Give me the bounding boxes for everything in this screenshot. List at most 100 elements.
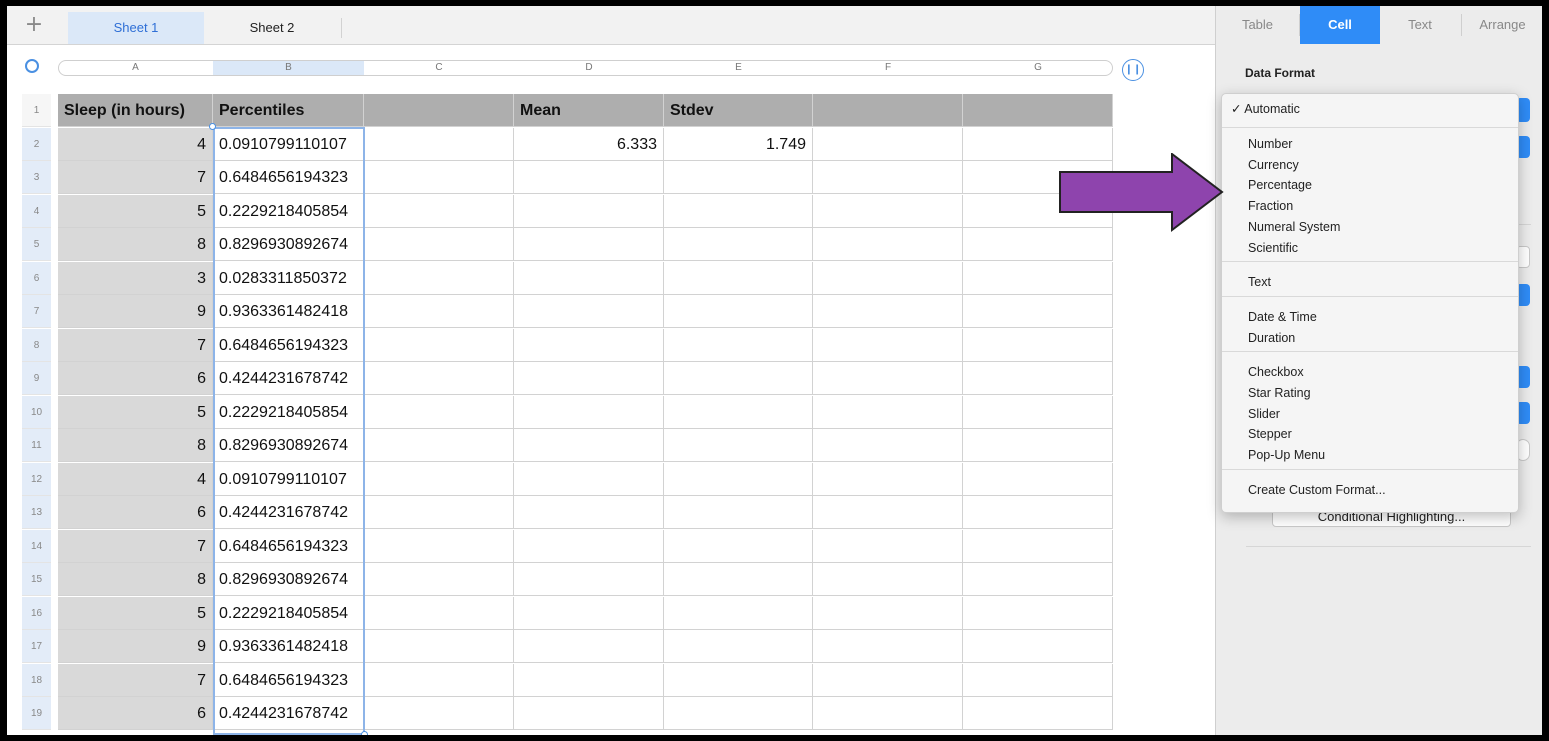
header-cell[interactable] — [364, 94, 514, 127]
table-cell[interactable] — [813, 496, 963, 529]
table-cell[interactable] — [514, 161, 664, 194]
table-cell[interactable] — [364, 362, 514, 395]
select-all-icon[interactable] — [25, 59, 39, 73]
table-cell[interactable] — [664, 597, 813, 630]
table-cell[interactable] — [963, 496, 1113, 529]
tab-sheet-1[interactable]: Sheet 1 — [68, 12, 204, 44]
tab-sheet-2[interactable]: Sheet 2 — [204, 12, 340, 44]
table-cell[interactable] — [963, 697, 1113, 730]
table-cell[interactable] — [664, 429, 813, 462]
sleep-hours-cell[interactable]: 6 — [58, 362, 213, 395]
percentile-cell[interactable]: 0.8296930892674 — [213, 228, 364, 261]
menu-item-percentage[interactable]: Percentage — [1248, 175, 1312, 195]
table-cell[interactable] — [514, 262, 664, 295]
table-cell[interactable] — [514, 697, 664, 730]
menu-item-create-custom-format[interactable]: Create Custom Format... — [1248, 480, 1386, 500]
row-number[interactable]: 19 — [22, 697, 51, 730]
sleep-hours-cell[interactable]: 5 — [58, 396, 213, 429]
table-cell[interactable] — [364, 697, 514, 730]
inspector-tab-text[interactable]: Text — [1380, 6, 1460, 44]
table-cell[interactable] — [664, 664, 813, 697]
table-cell[interactable] — [813, 396, 963, 429]
menu-item-fraction[interactable]: Fraction — [1248, 196, 1293, 216]
sleep-hours-cell[interactable]: 4 — [58, 463, 213, 496]
row-number[interactable]: 4 — [22, 195, 51, 228]
row-number[interactable]: 18 — [22, 664, 51, 697]
percentile-cell[interactable]: 0.9363361482418 — [213, 630, 364, 663]
menu-item-slider[interactable]: Slider — [1248, 404, 1280, 424]
percentile-cell[interactable]: 0.4244231678742 — [213, 697, 364, 730]
row-number[interactable]: 12 — [22, 463, 51, 496]
table-cell[interactable] — [963, 295, 1113, 328]
table-cell[interactable] — [664, 530, 813, 563]
table-cell[interactable] — [364, 195, 514, 228]
menu-item-automatic[interactable]: ✓ Automatic — [1231, 99, 1300, 119]
row-number[interactable]: 1 — [22, 94, 51, 127]
row-number[interactable]: 3 — [22, 161, 51, 194]
percentile-cell[interactable]: 0.4244231678742 — [213, 362, 364, 395]
table-cell[interactable] — [664, 295, 813, 328]
percentile-cell[interactable]: 0.6484656194323 — [213, 329, 364, 362]
row-number[interactable]: 13 — [22, 496, 51, 529]
row-number[interactable]: 9 — [22, 362, 51, 395]
column-header-a[interactable]: A — [58, 61, 213, 75]
header-cell[interactable]: Percentiles — [213, 94, 364, 127]
table-cell[interactable] — [813, 664, 963, 697]
table-cell[interactable] — [514, 463, 664, 496]
table-cell[interactable] — [963, 429, 1113, 462]
row-number[interactable]: 17 — [22, 630, 51, 663]
sleep-hours-cell[interactable]: 7 — [58, 664, 213, 697]
column-header-g[interactable]: G — [963, 61, 1113, 75]
table-cell[interactable] — [813, 128, 963, 161]
table-cell[interactable] — [963, 597, 1113, 630]
row-number[interactable]: 5 — [22, 228, 51, 261]
header-cell[interactable]: Stdev — [664, 94, 813, 127]
stdev-value-cell[interactable]: 1.749 — [664, 128, 813, 161]
menu-item-duration[interactable]: Duration — [1248, 328, 1295, 348]
table-cell[interactable] — [963, 463, 1113, 496]
menu-item-currency[interactable]: Currency — [1248, 155, 1299, 175]
table-cell[interactable] — [813, 697, 963, 730]
table-cell[interactable] — [664, 463, 813, 496]
table-cell[interactable] — [664, 195, 813, 228]
inspector-tab-cell[interactable]: Cell — [1300, 6, 1380, 44]
table-cell[interactable] — [664, 563, 813, 596]
table-cell[interactable] — [813, 597, 963, 630]
table-cell[interactable] — [514, 329, 664, 362]
selection-handle-bottom[interactable] — [361, 731, 368, 735]
table-cell[interactable] — [963, 563, 1113, 596]
percentile-cell[interactable]: 0.0283311850372 — [213, 262, 364, 295]
table-cell[interactable] — [364, 664, 514, 697]
sleep-hours-cell[interactable]: 8 — [58, 429, 213, 462]
sleep-hours-cell[interactable]: 9 — [58, 630, 213, 663]
row-number[interactable]: 7 — [22, 295, 51, 328]
table-cell[interactable] — [813, 463, 963, 496]
percentile-cell[interactable]: 0.4244231678742 — [213, 496, 364, 529]
table-cell[interactable] — [664, 362, 813, 395]
table-cell[interactable] — [813, 161, 963, 194]
table-cell[interactable] — [664, 161, 813, 194]
header-cell[interactable] — [813, 94, 963, 127]
table-cell[interactable] — [963, 530, 1113, 563]
table-cell[interactable] — [813, 563, 963, 596]
table-cell[interactable] — [514, 396, 664, 429]
table-cell[interactable] — [963, 362, 1113, 395]
table-cell[interactable] — [963, 329, 1113, 362]
menu-item-numeral-system[interactable]: Numeral System — [1248, 217, 1340, 237]
table-cell[interactable] — [813, 228, 963, 261]
sleep-hours-cell[interactable]: 5 — [58, 597, 213, 630]
column-header-e[interactable]: E — [664, 61, 813, 75]
table-cell[interactable] — [813, 262, 963, 295]
table-cell[interactable] — [364, 396, 514, 429]
sleep-hours-cell[interactable]: 7 — [58, 329, 213, 362]
table-cell[interactable] — [664, 228, 813, 261]
table-cell[interactable] — [963, 396, 1113, 429]
header-cell[interactable]: Sleep (in hours) — [58, 94, 213, 127]
row-number[interactable]: 16 — [22, 597, 51, 630]
percentile-cell[interactable]: 0.2229218405854 — [213, 396, 364, 429]
sleep-hours-cell[interactable]: 3 — [58, 262, 213, 295]
inspector-tab-arrange[interactable]: Arrange — [1462, 6, 1542, 44]
percentile-cell[interactable]: 0.0910799110107 — [213, 463, 364, 496]
table-cell[interactable] — [364, 630, 514, 663]
sleep-hours-cell[interactable]: 7 — [58, 530, 213, 563]
